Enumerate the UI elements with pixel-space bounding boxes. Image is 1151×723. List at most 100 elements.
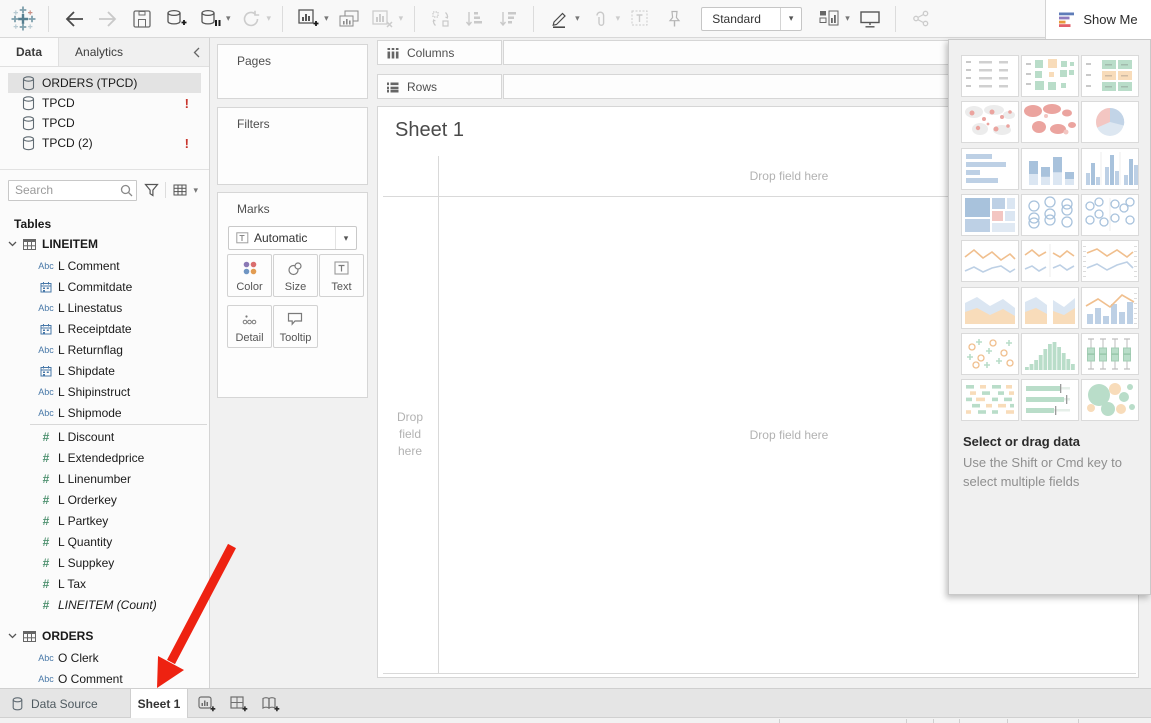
show-me-stacked-bars-thumbnail[interactable] <box>1021 148 1079 190</box>
detail-button[interactable]: Detail <box>227 305 272 348</box>
field-l-shipdate[interactable]: L Shipdate <box>0 360 209 381</box>
group-members-button[interactable] <box>585 4 615 34</box>
show-me-highlight-table-thumbnail[interactable] <box>1081 55 1139 97</box>
field-l-commitdate[interactable]: L Commitdate <box>0 276 209 297</box>
drop-zone-rows[interactable]: Drop field here <box>383 196 437 673</box>
mark-type-dropdown[interactable]: Automatic ▾ <box>228 226 357 250</box>
show-me-dual-combination-thumbnail[interactable] <box>1081 287 1139 329</box>
presentation-mode-button[interactable] <box>855 4 885 34</box>
show-me-packed-bubbles-thumbnail[interactable] <box>1081 379 1139 421</box>
new-worksheet-tab-button[interactable] <box>192 689 222 718</box>
duplicate-sheet-button[interactable] <box>334 4 364 34</box>
show-mark-labels-button[interactable] <box>625 4 655 34</box>
show-me-discrete-area-thumbnail[interactable] <box>1021 287 1079 329</box>
show-hide-cards-button[interactable] <box>814 4 844 34</box>
highlight-caret[interactable]: ▾ <box>575 13 580 24</box>
field-o-clerk[interactable]: AbcO Clerk <box>0 647 209 668</box>
redo-button[interactable] <box>93 4 123 34</box>
undo-button[interactable] <box>59 4 89 34</box>
field-l-quantity[interactable]: #L Quantity <box>0 531 209 552</box>
show-me-histogram-thumbnail[interactable] <box>1021 333 1079 375</box>
field-l-tax[interactable]: #L Tax <box>0 573 209 594</box>
field-l-discount[interactable]: #L Discount <box>0 426 209 447</box>
sort-descending-button[interactable] <box>493 4 523 34</box>
show-me-gantt-thumbnail[interactable] <box>961 379 1019 421</box>
color-button[interactable]: Color <box>227 254 272 297</box>
clear-sheet-button[interactable] <box>368 4 398 34</box>
new-data-source-button[interactable] <box>161 4 191 34</box>
mark-type-caret[interactable]: ▾ <box>335 227 356 249</box>
show-me-side-by-side-bars-thumbnail[interactable] <box>1081 148 1139 190</box>
share-button[interactable] <box>906 4 936 34</box>
filters-shelf[interactable]: Filters <box>217 107 368 185</box>
sheet-title[interactable]: Sheet 1 <box>395 119 464 142</box>
field-lineitem-count[interactable]: #LINEITEM (Count) <box>0 594 209 615</box>
fit-selector-caret[interactable]: ▾ <box>780 8 801 30</box>
run-update-button[interactable] <box>236 4 266 34</box>
field-l-comment[interactable]: AbcL Comment <box>0 255 209 276</box>
fix-axes-button[interactable] <box>659 4 689 34</box>
filter-fields-icon[interactable] <box>142 179 160 201</box>
field-l-extendedprice[interactable]: #L Extendedprice <box>0 447 209 468</box>
show-me-dual-lines-thumbnail[interactable] <box>1081 240 1139 282</box>
tab-analytics[interactable]: Analytics <box>59 38 139 66</box>
pages-shelf[interactable]: Pages <box>217 44 368 99</box>
field-l-orderkey[interactable]: #L Orderkey <box>0 489 209 510</box>
field-l-shipmode[interactable]: AbcL Shipmode <box>0 402 209 423</box>
table-group-orders[interactable]: ORDERS <box>0 625 209 647</box>
show-me-treemap-thumbnail[interactable] <box>961 194 1019 236</box>
search-input[interactable] <box>8 180 137 201</box>
view-options-caret[interactable]: ▾ <box>193 185 198 196</box>
datasource-item[interactable]: TPCD (2)! <box>8 133 201 153</box>
run-update-caret[interactable]: ▾ <box>267 13 272 24</box>
field-l-receiptdate[interactable]: L Receiptdate <box>0 318 209 339</box>
field-o-comment[interactable]: AbcO Comment <box>0 668 209 688</box>
collapse-pane-icon[interactable] <box>184 38 209 66</box>
show-me-horizontal-bars-thumbnail[interactable] <box>961 148 1019 190</box>
text-button[interactable]: Text <box>319 254 364 297</box>
field-l-suppkey[interactable]: #L Suppkey <box>0 552 209 573</box>
swap-rows-columns-button[interactable] <box>425 4 455 34</box>
field-l-linenumber[interactable]: #L Linenumber <box>0 468 209 489</box>
fit-selector[interactable]: Standard ▾ <box>701 7 802 31</box>
sort-ascending-button[interactable] <box>459 4 489 34</box>
show-me-bullet-graph-thumbnail[interactable] <box>1021 379 1079 421</box>
datasource-item[interactable]: ORDERS (TPCD) <box>8 73 201 93</box>
table-group-lineitem[interactable]: LINEITEM <box>0 233 209 255</box>
group-members-caret[interactable]: ▾ <box>616 13 621 24</box>
new-story-button[interactable] <box>256 689 286 718</box>
field-l-returnflag[interactable]: AbcL Returnflag <box>0 339 209 360</box>
show-me-button[interactable]: Show Me <box>1045 0 1151 39</box>
show-me-filled-map-thumbnail[interactable] <box>1021 101 1079 143</box>
pause-auto-updates-caret[interactable]: ▾ <box>226 13 231 24</box>
show-me-heat-map-thumbnail[interactable] <box>1021 55 1079 97</box>
show-me-pie-chart-thumbnail[interactable] <box>1081 101 1139 143</box>
show-me-discrete-lines-thumbnail[interactable] <box>1021 240 1079 282</box>
tooltip-button[interactable]: Tooltip <box>273 305 318 348</box>
highlight-button[interactable] <box>544 4 574 34</box>
datasource-item[interactable]: TPCD! <box>8 93 201 113</box>
datasource-item[interactable]: TPCD <box>8 113 201 133</box>
field-l-linestatus[interactable]: AbcL Linestatus <box>0 297 209 318</box>
field-l-shipinstruct[interactable]: AbcL Shipinstruct <box>0 381 209 402</box>
clear-sheet-caret[interactable]: ▾ <box>399 13 404 24</box>
new-worksheet-caret[interactable]: ▾ <box>324 13 329 24</box>
size-button[interactable]: Size <box>273 254 318 297</box>
show-me-text-table-thumbnail[interactable] <box>961 55 1019 97</box>
show-me-circle-views-thumbnail[interactable] <box>1021 194 1079 236</box>
field-l-partkey[interactable]: #L Partkey <box>0 510 209 531</box>
show-hide-cards-caret[interactable]: ▾ <box>845 13 850 24</box>
new-dashboard-button[interactable] <box>224 689 254 718</box>
new-worksheet-button[interactable] <box>293 4 323 34</box>
show-me-box-and-whisker-thumbnail[interactable] <box>1081 333 1139 375</box>
tab-data-source[interactable]: Data Source <box>0 689 110 718</box>
view-options-icon[interactable] <box>171 179 189 201</box>
save-button[interactable] <box>127 4 157 34</box>
show-me-continuous-lines-thumbnail[interactable] <box>961 240 1019 282</box>
show-me-continuous-area-thumbnail[interactable] <box>961 287 1019 329</box>
show-me-scatter-plot-thumbnail[interactable] <box>961 333 1019 375</box>
tab-data[interactable]: Data <box>0 38 59 66</box>
show-me-side-by-side-circles-thumbnail[interactable] <box>1081 194 1139 236</box>
show-me-symbol-map-thumbnail[interactable] <box>961 101 1019 143</box>
pause-auto-updates-button[interactable] <box>195 4 225 34</box>
